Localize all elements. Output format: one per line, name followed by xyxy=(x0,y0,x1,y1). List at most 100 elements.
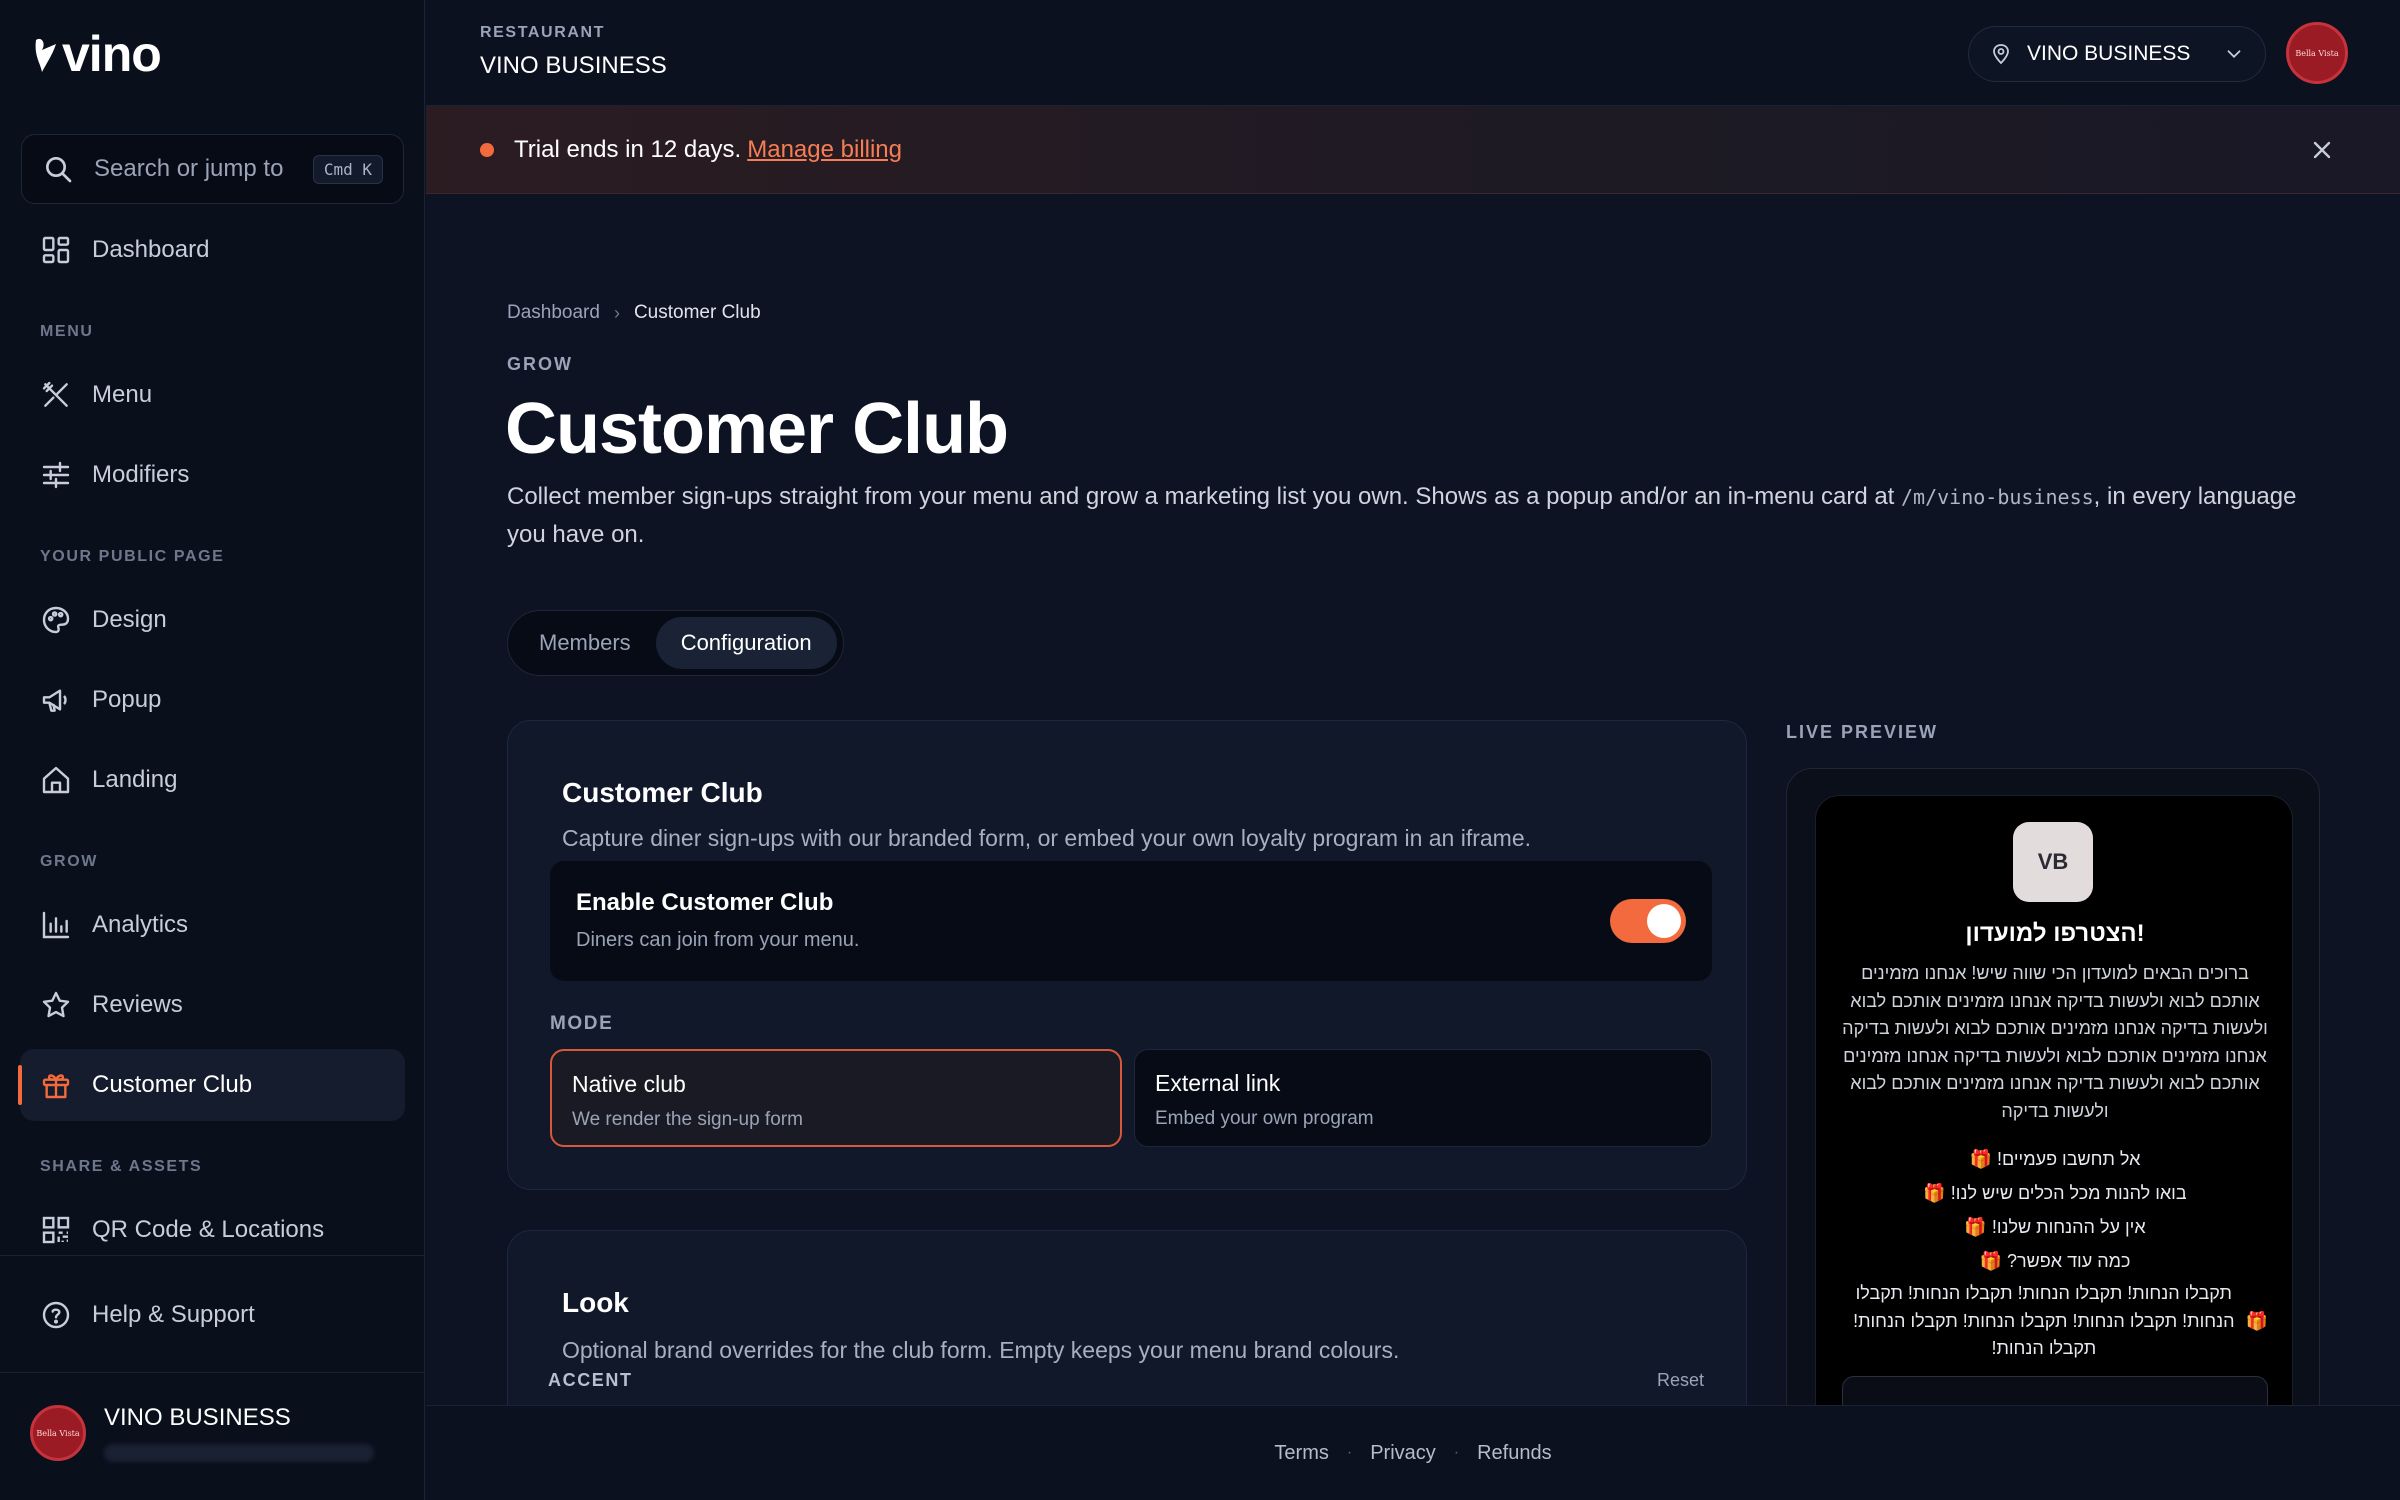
sidebar-divider xyxy=(0,1372,425,1373)
sidebar-item-help[interactable]: Help & Support xyxy=(20,1279,405,1351)
page-title: Customer Club xyxy=(505,389,1009,469)
sidebar-divider xyxy=(0,1255,425,1256)
account-menu[interactable]: Bella Vista VINO BUSINESS xyxy=(30,1404,374,1462)
restaurant-name: VINO BUSINESS xyxy=(480,52,667,79)
close-icon[interactable] xyxy=(2308,136,2336,164)
preview-title: הצטרפו למועדון! xyxy=(1965,920,2145,947)
card-subtitle: Optional brand overrides for the club fo… xyxy=(562,1337,1400,1363)
mode-external-link[interactable]: External link Embed your own program xyxy=(1134,1049,1712,1147)
footer-separator: · xyxy=(1453,1444,1460,1461)
menu-path-code: /m/vino-business xyxy=(1901,485,2094,509)
account-name: VINO BUSINESS xyxy=(104,1404,291,1431)
mode-native-club[interactable]: Native club We render the sign-up form xyxy=(550,1049,1122,1147)
preview-perk-text: אל תחשבו פעמיים! xyxy=(1997,1149,2141,1169)
mode-label: MODE xyxy=(550,1013,614,1034)
mode-title: Native club xyxy=(572,1071,686,1097)
enable-club-subtitle: Diners can join from your menu. xyxy=(576,929,860,951)
tab-bar: Members Configuration xyxy=(507,610,844,676)
preview-logo: VB xyxy=(2013,822,2093,902)
section-label-grow: GROW xyxy=(40,853,98,870)
home-icon xyxy=(42,766,70,794)
search-icon xyxy=(46,157,72,183)
live-preview-frame: VB הצטרפו למועדון! ברוכים הבאים למועדון … xyxy=(1786,768,2320,1488)
section-label-menu: MENU xyxy=(40,323,94,340)
account-email-redacted xyxy=(104,1444,374,1462)
sidebar-item-label: Customer Club xyxy=(92,1071,253,1098)
help-circle-icon xyxy=(42,1301,70,1329)
gift-icon: 🎁 xyxy=(1923,1183,1946,1203)
preview-perks-list: אל תחשבו פעמיים! 🎁 בואו להנות מכל הכלים … xyxy=(1842,1142,2268,1278)
sidebar-item-popup[interactable]: Popup xyxy=(20,664,405,736)
card-subtitle: Capture diner sign-ups with our branded … xyxy=(562,825,1532,851)
sidebar-item-label: Analytics xyxy=(92,911,189,938)
footer-refunds-link[interactable]: Refunds xyxy=(1477,1442,1552,1465)
mode-subtitle: We render the sign-up form xyxy=(572,1109,803,1130)
sidebar-item-label: Menu xyxy=(92,381,153,408)
avatar: Bella Vista xyxy=(30,1405,86,1461)
preview-perk-long: 🎁 תקבלו הנחות! תקבלו הנחות! תקבלו הנחות!… xyxy=(1842,1280,2268,1363)
utensils-icon xyxy=(42,381,68,407)
sidebar-item-customer-club[interactable]: Customer Club xyxy=(18,1049,405,1121)
sidebar-item-label: QR Code & Locations xyxy=(92,1216,325,1243)
preview-perk-text: בואו להנות מכל הכלים שיש לנו! xyxy=(1950,1183,2187,1203)
vino-logo-icon xyxy=(35,38,56,72)
customer-club-card: Customer Club Capture diner sign-ups wit… xyxy=(507,720,1747,1190)
gift-icon: 🎁 xyxy=(1964,1217,1987,1237)
preview-perk: אין על ההנחות שלנו! 🎁 xyxy=(1842,1210,2268,1244)
sidebar-item-landing[interactable]: Landing xyxy=(20,744,405,816)
dashboard-icon xyxy=(42,236,70,264)
page-description: Collect member sign-ups straight from yo… xyxy=(507,478,2307,554)
location-select[interactable]: VINO BUSINESS xyxy=(1968,26,2266,82)
qr-code-icon xyxy=(42,1216,70,1244)
reset-button[interactable]: Reset xyxy=(1657,1370,1704,1391)
search-shortcut-badge: Cmd K xyxy=(312,154,383,184)
footer-privacy-link[interactable]: Privacy xyxy=(1370,1442,1436,1465)
status-dot xyxy=(480,142,494,157)
sidebar-item-menu[interactable]: Menu xyxy=(20,359,405,431)
sidebar-item-dashboard[interactable]: Dashboard xyxy=(20,214,405,286)
breadcrumb-dashboard[interactable]: Dashboard xyxy=(507,302,600,324)
enable-club-title: Enable Customer Club xyxy=(576,889,834,916)
sidebar: vino Search or jump to Cmd K Dashboard M… xyxy=(0,0,425,1500)
footer: Terms · Privacy · Refunds xyxy=(426,1405,2400,1500)
bar-chart-icon xyxy=(42,911,70,939)
sliders-icon xyxy=(42,461,70,489)
location-select-value: VINO BUSINESS xyxy=(2027,42,2191,65)
preview-screen: VB הצטרפו למועדון! ברוכים הבאים למועדון … xyxy=(1815,795,2293,1487)
enable-club-toggle[interactable] xyxy=(1610,899,1686,943)
trial-banner-text: Trial ends in 12 days. xyxy=(514,135,742,163)
star-icon xyxy=(42,991,70,1018)
search-placeholder: Search or jump to xyxy=(94,155,284,182)
section-label-share-assets: SHARE & ASSETS xyxy=(40,1158,203,1175)
sidebar-item-label: Popup xyxy=(92,686,162,713)
tab-members[interactable]: Members xyxy=(514,617,656,669)
toggle-knob xyxy=(1647,904,1681,938)
page-eyebrow: GROW xyxy=(507,354,573,374)
gift-icon: 🎁 xyxy=(2245,1310,2268,1331)
sidebar-item-design[interactable]: Design xyxy=(20,584,405,656)
page-description-text: Collect member sign-ups straight from yo… xyxy=(507,483,1902,510)
top-header: RESTAURANT VINO BUSINESS VINO BUSINESS B… xyxy=(426,0,2400,106)
accent-label: ACCENT xyxy=(548,1370,633,1390)
footer-terms-link[interactable]: Terms xyxy=(1274,1442,1328,1465)
section-label-public-page: YOUR PUBLIC PAGE xyxy=(40,548,225,565)
restaurant-label: RESTAURANT xyxy=(480,24,606,41)
search-bar[interactable]: Search or jump to Cmd K xyxy=(21,134,404,204)
map-pin-icon xyxy=(1993,44,2009,65)
vino-logo[interactable]: vino xyxy=(32,26,162,82)
preview-perk-text: תקבלו הנחות! תקבלו הנחות! תקבלו הנחות! ת… xyxy=(1853,1283,2235,1358)
sidebar-item-analytics[interactable]: Analytics xyxy=(20,889,405,961)
card-title: Customer Club xyxy=(562,777,763,808)
live-preview-label: LIVE PREVIEW xyxy=(1786,722,1939,742)
sidebar-item-label: Dashboard xyxy=(92,236,210,263)
sidebar-item-modifiers[interactable]: Modifiers xyxy=(20,439,405,511)
profile-avatar[interactable]: Bella Vista xyxy=(2286,22,2348,84)
chevron-down-icon xyxy=(2227,50,2241,59)
preview-perk: בואו להנות מכל הכלים שיש לנו! 🎁 xyxy=(1842,1176,2268,1210)
manage-billing-link[interactable]: Manage billing xyxy=(747,136,902,164)
gift-icon: 🎁 xyxy=(1979,1251,2002,1271)
sidebar-item-reviews[interactable]: Reviews xyxy=(20,969,405,1041)
tab-configuration[interactable]: Configuration xyxy=(655,617,837,669)
preview-perk-text: אין על ההנחות שלנו! xyxy=(1991,1217,2146,1237)
chevron-right-icon: › xyxy=(613,302,620,323)
